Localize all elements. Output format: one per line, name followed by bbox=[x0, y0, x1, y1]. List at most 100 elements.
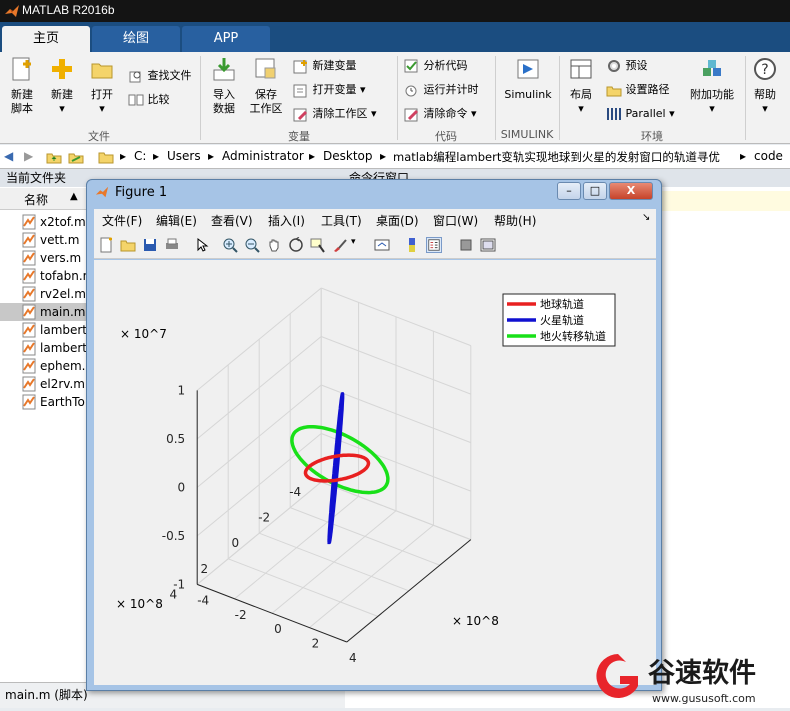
tab-apps[interactable]: APP bbox=[182, 26, 270, 52]
new-dropdown-arrow[interactable]: ▾ bbox=[44, 102, 80, 116]
data-cursor-icon[interactable] bbox=[310, 237, 326, 253]
minimize-button[interactable]: – bbox=[557, 182, 581, 200]
new-label: 新建 bbox=[51, 88, 73, 101]
menu-help[interactable]: 帮助(H) bbox=[494, 212, 536, 229]
rotate-3d-icon[interactable] bbox=[288, 237, 304, 253]
add-ons-button[interactable]: 附加功能 ▾ bbox=[686, 56, 738, 116]
back-arrow-icon[interactable]: ◀ bbox=[4, 149, 13, 163]
parallel-label: Parallel bbox=[625, 107, 666, 120]
column-name-header[interactable]: 名称 bbox=[24, 191, 48, 208]
zoom-out-icon[interactable] bbox=[244, 237, 260, 253]
new-button[interactable]: 新建 ▾ bbox=[44, 56, 80, 116]
colorbar-icon[interactable] bbox=[404, 237, 420, 253]
pan-hand-icon[interactable] bbox=[266, 237, 282, 253]
new-variable-button[interactable]: 新建变量 bbox=[293, 58, 357, 74]
group-label-code: 代码 bbox=[435, 130, 457, 143]
layout-button[interactable]: 布局 ▾ bbox=[564, 56, 598, 116]
parallel-arrow[interactable]: ▾ bbox=[669, 107, 675, 120]
dock-arrow-icon[interactable]: ↘ bbox=[642, 212, 650, 223]
crumb-separator: ▸ bbox=[309, 149, 316, 163]
new-script-button[interactable]: 新建 脚本 bbox=[4, 56, 40, 116]
open-variable-button[interactable]: 打开变量 ▾ bbox=[293, 82, 366, 98]
layout-dropdown-arrow[interactable]: ▾ bbox=[564, 102, 598, 116]
crumb-users[interactable]: Users bbox=[167, 149, 201, 163]
group-separator bbox=[200, 56, 201, 140]
print-icon[interactable] bbox=[164, 237, 180, 253]
sort-up-icon: ▲ bbox=[70, 191, 78, 202]
close-button[interactable]: X bbox=[609, 182, 653, 200]
menu-insert[interactable]: 插入(I) bbox=[268, 212, 305, 229]
z-tick-label: 0 bbox=[178, 480, 186, 494]
preferences-button[interactable]: 预设 bbox=[606, 58, 648, 74]
open-variable-arrow[interactable]: ▾ bbox=[360, 83, 366, 96]
new-variable-label: 新建变量 bbox=[312, 59, 357, 72]
brush-dropdown-arrow[interactable]: ▾ bbox=[351, 237, 356, 247]
crumb-administrator[interactable]: Administrator bbox=[222, 149, 304, 163]
plot-legend[interactable]: 地球轨道火星轨道地火转移轨道 bbox=[502, 293, 616, 347]
tab-home[interactable]: 主页 bbox=[2, 26, 90, 52]
group-label-file: 文件 bbox=[88, 130, 110, 143]
clear-commands-button[interactable]: 清除命令 ▾ bbox=[404, 106, 477, 122]
y-tick-label: -4 bbox=[197, 593, 209, 607]
maximize-button[interactable]: □ bbox=[583, 182, 607, 200]
run-and-time-button[interactable]: 运行并计时 bbox=[404, 82, 479, 98]
forward-arrow-icon[interactable]: ▶ bbox=[24, 149, 33, 163]
watermark-text: 谷速软件 bbox=[648, 658, 756, 689]
open-variable-label: 打开变量 bbox=[312, 83, 357, 96]
new-plus-icon bbox=[52, 59, 72, 79]
zoom-in-icon[interactable] bbox=[222, 237, 238, 253]
open-dropdown-arrow[interactable]: ▾ bbox=[84, 102, 120, 116]
link-plot-icon[interactable] bbox=[374, 237, 390, 253]
x-tick-label: 4 bbox=[170, 587, 178, 601]
crumb-desktop[interactable]: Desktop bbox=[323, 149, 373, 163]
orbit-3d-plot[interactable]: -1-0.500.51-4-2024 -4-2024 × 10^7 × 10^8 … bbox=[94, 260, 656, 685]
new-figure-icon[interactable] bbox=[98, 237, 114, 253]
crumb-project-folder[interactable]: matlab编程lambert变轨实现地球到火星的发射窗口的轨道寻优 bbox=[393, 149, 720, 165]
watermark: 谷速软件 www.gususoft.com bbox=[590, 648, 790, 708]
help-button[interactable]: ? 帮助 ▾ bbox=[748, 56, 782, 116]
group-label-environment: 环境 bbox=[641, 130, 663, 143]
crumb-drive[interactable]: C: bbox=[134, 149, 146, 163]
tab-plots[interactable]: 绘图 bbox=[92, 26, 180, 52]
open-file-icon[interactable] bbox=[120, 237, 136, 253]
legend-icon[interactable] bbox=[426, 237, 442, 253]
figure-window: Figure 1 – □ X 文件(F) 编辑(E) 查看(V) 插入(I) 工… bbox=[86, 179, 662, 691]
hide-plot-tools-icon[interactable] bbox=[458, 237, 474, 253]
pointer-icon[interactable] bbox=[194, 237, 210, 253]
analyze-code-label: 分析代码 bbox=[423, 59, 468, 72]
matlab-logo-icon bbox=[5, 5, 19, 17]
menu-edit[interactable]: 编辑(E) bbox=[156, 212, 197, 229]
menu-file[interactable]: 文件(F) bbox=[102, 212, 142, 229]
clear-workspace-button[interactable]: 清除工作区 ▾ bbox=[293, 106, 377, 122]
find-files-icon bbox=[129, 71, 141, 83]
m-file-icon bbox=[22, 232, 36, 248]
open-button[interactable]: 打开 ▾ bbox=[84, 56, 120, 116]
find-files-button[interactable]: 查找文件 bbox=[128, 68, 192, 84]
add-ons-dropdown-arrow[interactable]: ▾ bbox=[686, 102, 738, 116]
menu-view[interactable]: 查看(V) bbox=[211, 212, 253, 229]
import-data-button[interactable]: 导入 数据 bbox=[206, 56, 242, 116]
m-file-icon bbox=[22, 376, 36, 392]
save-workspace-icon bbox=[255, 58, 276, 79]
menu-tools[interactable]: 工具(T) bbox=[321, 212, 362, 229]
app-title: MATLAB R2016b bbox=[22, 3, 115, 17]
simulink-button[interactable]: Simulink bbox=[500, 56, 556, 102]
up-folder-icon[interactable] bbox=[46, 149, 62, 165]
help-dropdown-arrow[interactable]: ▾ bbox=[748, 102, 782, 116]
browse-folder-icon[interactable] bbox=[68, 149, 84, 165]
analyze-code-button[interactable]: 分析代码 bbox=[404, 58, 468, 74]
menu-window[interactable]: 窗口(W) bbox=[433, 212, 478, 229]
set-path-button[interactable]: 设置路径 bbox=[606, 82, 670, 98]
crumb-code[interactable]: code bbox=[754, 149, 783, 163]
parallel-button[interactable]: Parallel ▾ bbox=[606, 106, 675, 122]
clear-commands-arrow[interactable]: ▾ bbox=[471, 107, 477, 120]
compare-button[interactable]: 比较 bbox=[128, 92, 170, 108]
clear-workspace-arrow[interactable]: ▾ bbox=[371, 107, 377, 120]
mars-orbit-line bbox=[327, 392, 345, 545]
crumb-separator: ▸ bbox=[208, 149, 215, 163]
menu-desktop[interactable]: 桌面(D) bbox=[376, 212, 419, 229]
save-workspace-button[interactable]: 保存 工作区 bbox=[246, 56, 286, 116]
brush-icon[interactable] bbox=[332, 237, 348, 253]
save-icon[interactable] bbox=[142, 237, 158, 253]
show-plot-tools-icon[interactable] bbox=[480, 237, 496, 253]
